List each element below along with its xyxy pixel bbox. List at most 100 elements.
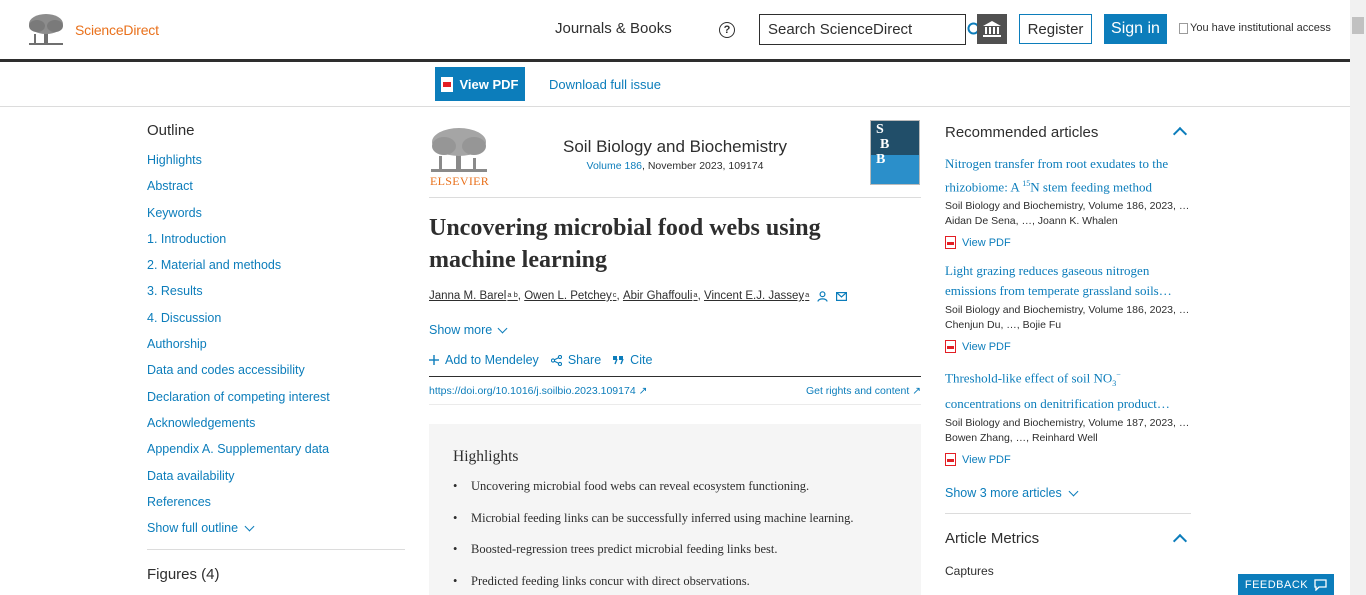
register-button[interactable]: Register: [1019, 14, 1092, 44]
journals-books-link[interactable]: Journals & Books: [555, 20, 672, 37]
show-full-outline-label: Show full outline: [147, 521, 239, 536]
outline-item-results[interactable]: 3. Results: [147, 284, 405, 310]
doi-link[interactable]: https://doi.org/10.1016/j.soilbio.2023.1…: [429, 385, 647, 397]
title-line: Light grazing reduces gaseous nitrogen: [945, 263, 1150, 279]
highlight-item: • Boosted-regression trees predict microb…: [453, 542, 897, 574]
help-icon[interactable]: ?: [719, 22, 735, 38]
author-separator: ,: [616, 290, 620, 302]
title-superscript: −: [1116, 370, 1121, 380]
view-pdf-label: View PDF: [962, 340, 1011, 353]
author-separator: ,: [697, 290, 701, 302]
title-line: Threshold-like effect of soil NO: [945, 370, 1113, 386]
outline-item-keywords[interactable]: Keywords: [147, 206, 405, 232]
author-name: Vincent E.J. Jassey: [703, 290, 805, 302]
recommended-meta: Soil Biology and Biochemistry, Volume 18…: [945, 417, 1189, 430]
outline-item-acknowledgements[interactable]: Acknowledgements: [147, 416, 405, 442]
scrollbar-thumb[interactable]: [1352, 17, 1364, 34]
search-input[interactable]: [760, 15, 967, 44]
title-line: N stem feeding method: [1030, 179, 1152, 195]
bullet: •: [453, 542, 458, 556]
outline-item-appendix[interactable]: Appendix A. Supplementary data: [147, 442, 405, 468]
outline-item-methods[interactable]: 2. Material and methods: [147, 258, 405, 284]
outline-item-competing-interest[interactable]: Declaration of competing interest: [147, 390, 405, 416]
title-line: emissions from temperate grassland soils…: [945, 283, 1172, 299]
cite-label: Cite: [630, 353, 653, 367]
search-box: [759, 14, 983, 45]
title-line: concentrations on denitrification produc…: [945, 396, 1170, 412]
metrics-header[interactable]: Article Metrics: [945, 530, 1191, 548]
outline-item-data-availability[interactable]: Data availability: [147, 469, 405, 495]
author-link[interactable]: Abir Ghaffoulia: [623, 290, 698, 302]
cover-letter-b2: B: [876, 152, 886, 167]
pdf-icon: [441, 76, 454, 92]
feedback-label: FEEDBACK: [1244, 578, 1309, 591]
chevron-up-icon[interactable]: [1172, 533, 1188, 548]
view-pdf-label: View PDF: [962, 236, 1011, 249]
chat-bubble-icon: [1314, 578, 1327, 591]
volume-link[interactable]: Volume 186: [587, 160, 642, 172]
outline-title: Outline: [147, 122, 195, 139]
recommended-title: Recommended articles: [945, 123, 1099, 141]
article-main: ELSEVIER Soil Biology and Biochemistry V…: [429, 118, 921, 595]
rights-content-link[interactable]: Get rights and content ↗: [806, 385, 921, 397]
outline-panel: Outline Highlights Abstract Keywords 1. …: [147, 122, 405, 583]
author-name: Owen L. Petchey: [524, 290, 612, 302]
email-icon[interactable]: [836, 291, 848, 301]
plus-icon: [429, 355, 439, 365]
show-more-articles-button[interactable]: Show 3 more articles: [945, 486, 1191, 500]
outline-item-references[interactable]: References: [147, 495, 405, 521]
outline-item-abstract[interactable]: Abstract: [147, 179, 405, 205]
doi-text: https://doi.org/10.1016/j.soilbio.2023.1…: [429, 385, 636, 397]
chevron-down-icon: [244, 521, 255, 532]
recommended-header[interactable]: Recommended articles: [945, 122, 1191, 142]
recommended-divider: [945, 513, 1191, 515]
recommended-article-title[interactable]: Light grazing reduces gaseous nitrogen e…: [945, 261, 1181, 301]
highlight-text: Uncovering microbial food webs can revea…: [471, 479, 810, 493]
recommended-view-pdf[interactable]: View PDF: [945, 340, 1191, 354]
journal-meta: Volume 186, November 2023, 109174: [429, 160, 921, 172]
pdf-icon: [945, 236, 956, 250]
sign-in-button[interactable]: Sign in: [1104, 14, 1167, 44]
person-icon[interactable]: [817, 290, 828, 302]
view-pdf-label: View PDF: [962, 453, 1011, 466]
outline-item-discussion[interactable]: 4. Discussion: [147, 311, 405, 337]
share-button[interactable]: Share: [550, 353, 602, 367]
outline-item-introduction[interactable]: 1. Introduction: [147, 232, 405, 258]
outline-item-highlights[interactable]: Highlights: [147, 153, 405, 179]
institution-button[interactable]: [977, 14, 1007, 44]
show-full-outline-button[interactable]: Show full outline: [147, 521, 405, 535]
show-more-button[interactable]: Show more: [429, 323, 921, 337]
bullet: •: [453, 479, 458, 493]
chevron-up-icon[interactable]: [1172, 126, 1188, 142]
recommended-article-title[interactable]: Nitrogen transfer from root exudates to …: [945, 154, 1181, 197]
feedback-button[interactable]: FEEDBACK: [1238, 574, 1334, 595]
outline-item-authorship[interactable]: Authorship: [147, 337, 405, 363]
issue-date: , November 2023, 109174: [642, 160, 764, 172]
view-pdf-button[interactable]: View PDF: [435, 67, 525, 101]
top-header: ScienceDirect Journals & Books ? Registe…: [0, 0, 1350, 59]
recommended-authors: Aidan De Sena, …, Joann K. Whalen: [945, 215, 1118, 228]
author-link[interactable]: Vincent E.J. Jasseya: [704, 290, 809, 302]
add-to-mendeley-button[interactable]: Add to Mendeley: [429, 353, 539, 367]
sciencedirect-logo[interactable]: ScienceDirect: [25, 11, 165, 49]
download-full-issue-link[interactable]: Download full issue: [549, 77, 661, 92]
show-more-label: Show more: [429, 323, 493, 337]
highlight-text: Boosted-regression trees predict microbi…: [471, 542, 778, 556]
recommended-authors: Chenjun Du, …, Bojie Fu: [945, 319, 1062, 332]
figures-heading[interactable]: Figures (4): [147, 566, 405, 583]
outline-item-data-codes[interactable]: Data and codes accessibility: [147, 363, 405, 389]
author-link[interactable]: Janna M. Barela b: [429, 290, 518, 302]
recommended-article-title[interactable]: Threshold-like effect of soil NO3− conce…: [945, 365, 1181, 414]
logo-text: ScienceDirect: [75, 22, 159, 38]
elsevier-wordmark: ELSEVIER: [430, 174, 490, 188]
journal-title[interactable]: Soil Biology and Biochemistry: [429, 137, 921, 157]
scrollbar-track[interactable]: [1350, 0, 1366, 595]
highlights-box: Highlights • Uncovering microbial food we…: [429, 424, 921, 595]
recommended-view-pdf[interactable]: View PDF: [945, 236, 1191, 250]
share-label: Share: [567, 353, 602, 367]
author-link[interactable]: Owen L. Petcheyc: [524, 290, 616, 302]
recommended-view-pdf[interactable]: View PDF: [945, 453, 1191, 467]
cite-button[interactable]: Cite: [613, 353, 652, 367]
journal-cover-image[interactable]: S B B: [870, 120, 920, 185]
recommended-panel: Recommended articles Nitrogen transfer f…: [945, 122, 1191, 578]
